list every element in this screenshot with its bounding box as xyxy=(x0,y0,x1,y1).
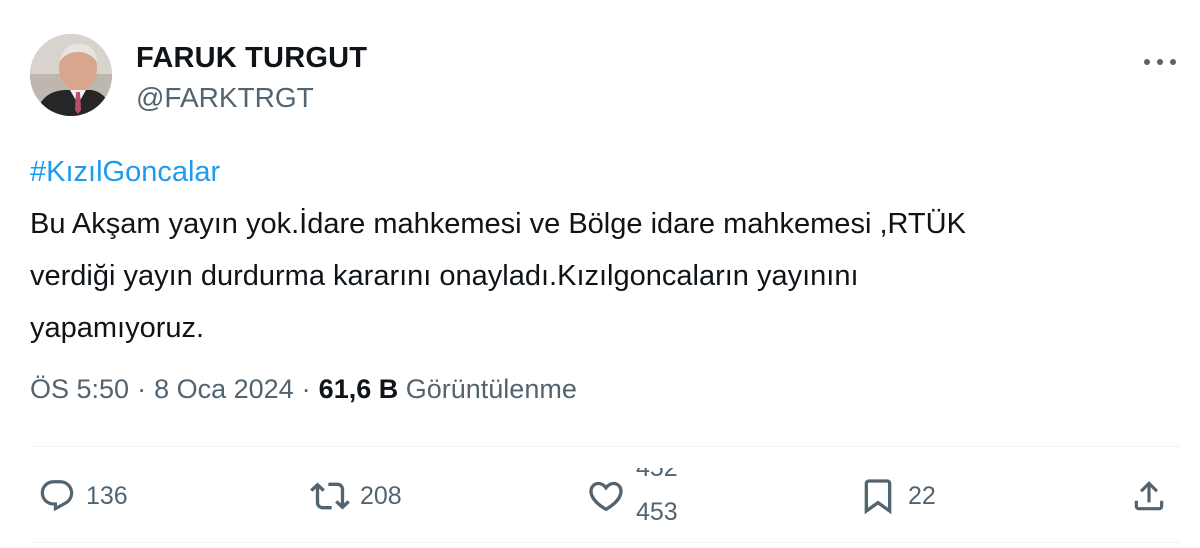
repost-button[interactable]: 208 xyxy=(310,468,402,524)
display-name[interactable]: FARUK TURGUT xyxy=(136,42,367,75)
divider xyxy=(30,542,1180,543)
like-count-new: 453 xyxy=(636,498,678,524)
like-button[interactable]: 452 453 xyxy=(586,468,696,524)
tweet-text-line: verdiği yayın durdurma kararını onayladı… xyxy=(30,260,859,292)
views-label: Görüntülenme xyxy=(405,374,577,404)
meta-separator: · xyxy=(301,374,311,404)
tweet-text-line: yapamıyoruz. xyxy=(30,312,205,344)
like-count: 452 453 xyxy=(636,468,696,524)
share-icon xyxy=(1134,481,1164,511)
more-horizontal-icon xyxy=(1170,59,1176,65)
tweet-meta: ÖS 5:50 · 8 Oca 2024 · 61,6 B Görüntülenme xyxy=(30,374,577,405)
tweet-header: FARUK TURGUT @FARKTRGT xyxy=(30,34,1180,118)
more-horizontal-icon xyxy=(1157,59,1163,65)
avatar-image xyxy=(30,34,112,116)
tweet-time[interactable]: ÖS 5:50 xyxy=(30,374,129,404)
divider xyxy=(30,446,1180,447)
heart-icon xyxy=(589,481,623,512)
user-handle[interactable]: @FARKTRGT xyxy=(136,82,314,114)
share-button[interactable] xyxy=(1130,468,1168,524)
like-count-old: 452 xyxy=(636,468,678,482)
tweet-text: #KızılGoncalar Bu Akşam yayın yok.İdare … xyxy=(30,146,1170,354)
avatar[interactable] xyxy=(30,34,112,116)
views-count: 61,6 B xyxy=(318,374,399,404)
bookmark-button[interactable]: 22 xyxy=(858,468,936,524)
repost-count: 208 xyxy=(360,481,402,510)
more-horizontal-icon xyxy=(1144,59,1150,65)
tweet-date[interactable]: 8 Oca 2024 xyxy=(154,374,294,404)
meta-separator: · xyxy=(137,374,147,404)
reply-button[interactable]: 136 xyxy=(38,468,128,524)
reply-icon xyxy=(40,480,74,512)
tweet-text-line: Bu Akşam yayın yok.İdare mahkemesi ve Bö… xyxy=(30,208,966,240)
bookmark-count: 22 xyxy=(908,481,936,510)
more-options-button[interactable] xyxy=(1140,48,1180,76)
bookmark-icon xyxy=(864,479,892,515)
hashtag-link[interactable]: #KızılGoncalar xyxy=(30,146,1170,198)
repost-icon xyxy=(310,482,350,510)
reply-count: 136 xyxy=(86,481,128,510)
tweet-actions: 136 208 452 453 22 xyxy=(30,468,1180,524)
